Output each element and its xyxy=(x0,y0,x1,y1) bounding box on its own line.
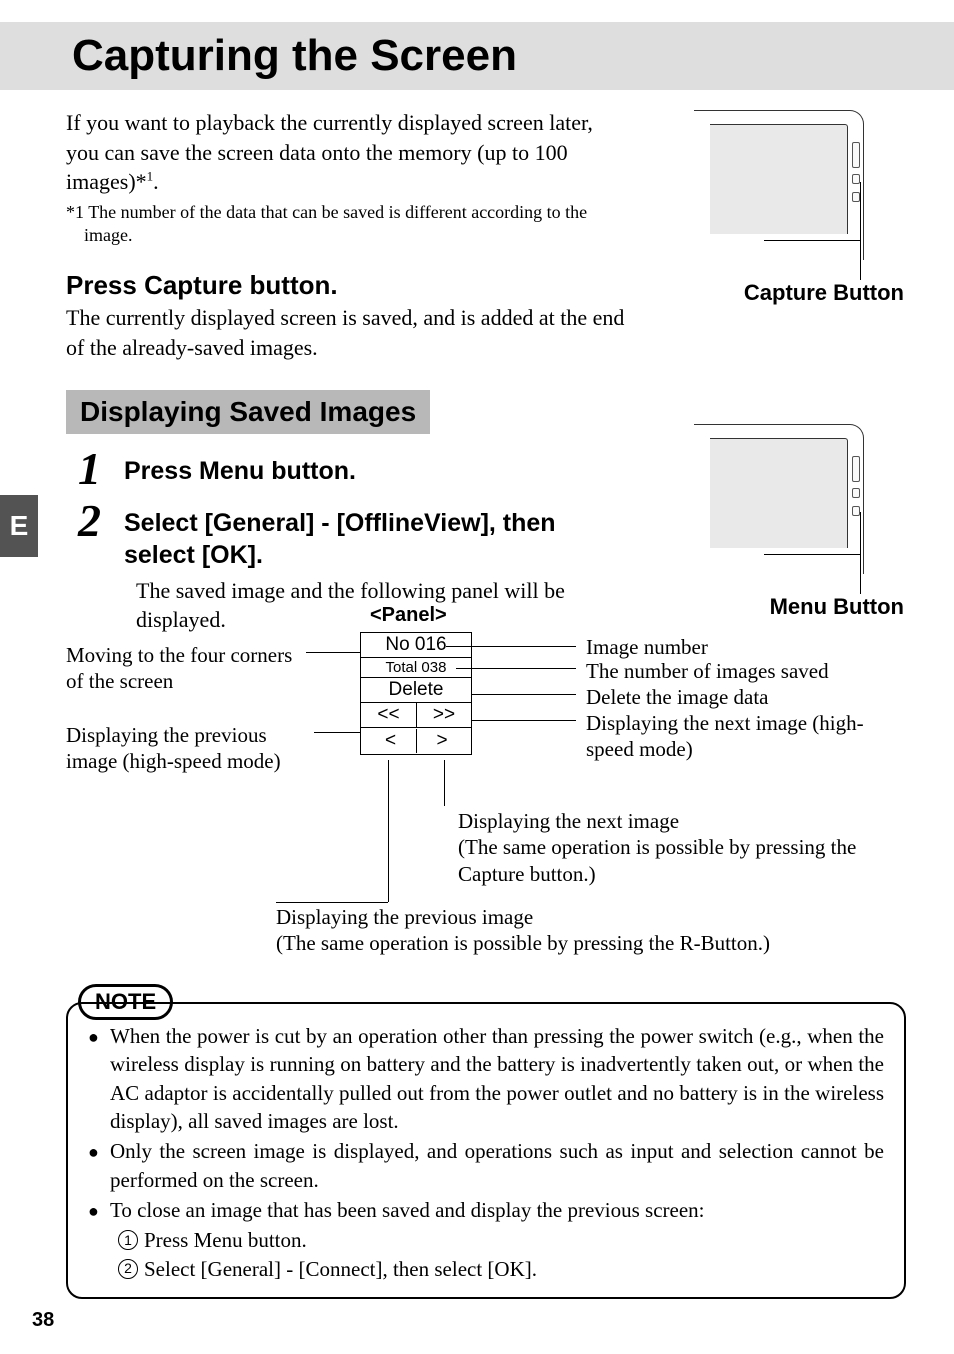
ann-image-number: Image number xyxy=(586,634,708,660)
note-box: ● When the power is cut by an operation … xyxy=(66,1002,906,1299)
intro-text-pre: If you want to playback the currently di… xyxy=(66,110,593,194)
panel-fast-next: >> xyxy=(416,703,471,727)
device-diagram-capture: Capture Button xyxy=(654,110,904,306)
subheading-box: Displaying Saved Images xyxy=(66,390,430,434)
note-item-1: ● When the power is cut by an operation … xyxy=(88,1022,884,1135)
panel-delete: Delete xyxy=(361,678,471,703)
circled-1-icon: 1 xyxy=(118,1230,138,1250)
ann-next-image-line2: (The same operation is possible by press… xyxy=(458,835,856,885)
panel-fast-prev: << xyxy=(361,703,416,727)
panel-nav-row: < > xyxy=(361,728,471,754)
ann-prev-image-line1: Displaying the previous image xyxy=(276,905,533,929)
ann-delete-data: Delete the image data xyxy=(586,684,769,710)
ann-next-image: Displaying the next image (The same oper… xyxy=(458,808,928,887)
footnote: *1 The number of the data that can be sa… xyxy=(66,201,626,246)
device-diagram-menu: Menu Button xyxy=(654,424,904,620)
panel-total: Total 038 xyxy=(361,658,471,678)
ann-next-image-line1: Displaying the next image xyxy=(458,809,679,833)
step-2-number: 2 xyxy=(78,498,124,544)
panel-next: > xyxy=(416,729,467,753)
press-capture-body: The currently displayed screen is saved,… xyxy=(66,303,626,362)
note-item-1-text: When the power is cut by an operation ot… xyxy=(110,1022,884,1135)
section-tab: E xyxy=(0,495,38,557)
capture-button-label: Capture Button xyxy=(624,280,904,306)
ann-prev-image-line2: (The same operation is possible by press… xyxy=(276,931,770,955)
panel-box: No 016 Total 038 Delete << >> < > xyxy=(360,632,472,755)
step-1-text: Press Menu button. xyxy=(124,446,574,487)
device-frame-2 xyxy=(664,424,864,574)
ann-prev-high: Displaying the previous image (high-spee… xyxy=(66,722,316,775)
ann-move-corners: Moving to the four corners of the screen xyxy=(66,642,306,695)
page-number: 38 xyxy=(32,1309,54,1332)
ann-total-saved: The number of images saved xyxy=(586,658,829,684)
panel-fast-row: << >> xyxy=(361,703,471,728)
note-sub-1-text: Press Menu button. xyxy=(144,1226,307,1254)
ann-next-high: Displaying the next image (high-speed mo… xyxy=(586,710,906,763)
bullet-icon: ● xyxy=(88,1022,110,1135)
footnote-marker: *1 xyxy=(66,202,88,222)
step-1-number: 1 xyxy=(78,446,124,492)
note-sub-1: 1 Press Menu button. xyxy=(88,1226,884,1254)
note-sub-2-text: Select [General] - [Connect], then selec… xyxy=(144,1255,537,1283)
note-sub-2: 2 Select [General] - [Connect], then sel… xyxy=(88,1255,884,1283)
intro-paragraph: If you want to playback the currently di… xyxy=(66,108,616,197)
footnote-text: The number of the data that can be saved… xyxy=(84,202,587,245)
title-band: Capturing the Screen xyxy=(40,22,954,90)
step-2-text: Select [General] - [OfflineView], then s… xyxy=(124,498,574,571)
note-item-3: ● To close an image that has been saved … xyxy=(88,1196,884,1224)
circled-2-icon: 2 xyxy=(118,1259,138,1279)
device-frame-1 xyxy=(664,110,864,260)
panel-prev: < xyxy=(365,729,416,753)
page: Capturing the Screen E If you want to pl… xyxy=(0,0,954,1354)
panel-title: <Panel> xyxy=(370,604,447,627)
displaying-heading: Displaying Saved Images xyxy=(80,396,416,427)
note-item-3-text: To close an image that has been saved an… xyxy=(110,1196,884,1224)
ann-prev-image: Displaying the previous image (The same … xyxy=(276,904,916,957)
page-title: Capturing the Screen xyxy=(72,31,517,81)
note-item-2-text: Only the screen image is displayed, and … xyxy=(110,1137,884,1194)
panel-diagram: <Panel> No 016 Total 038 Delete << >> < … xyxy=(66,612,918,972)
intro-text-post: . xyxy=(153,169,159,194)
title-band-left xyxy=(0,22,40,90)
bullet-icon: ● xyxy=(88,1137,110,1194)
note-item-2: ● Only the screen image is displayed, an… xyxy=(88,1137,884,1194)
bullet-icon: ● xyxy=(88,1196,110,1224)
